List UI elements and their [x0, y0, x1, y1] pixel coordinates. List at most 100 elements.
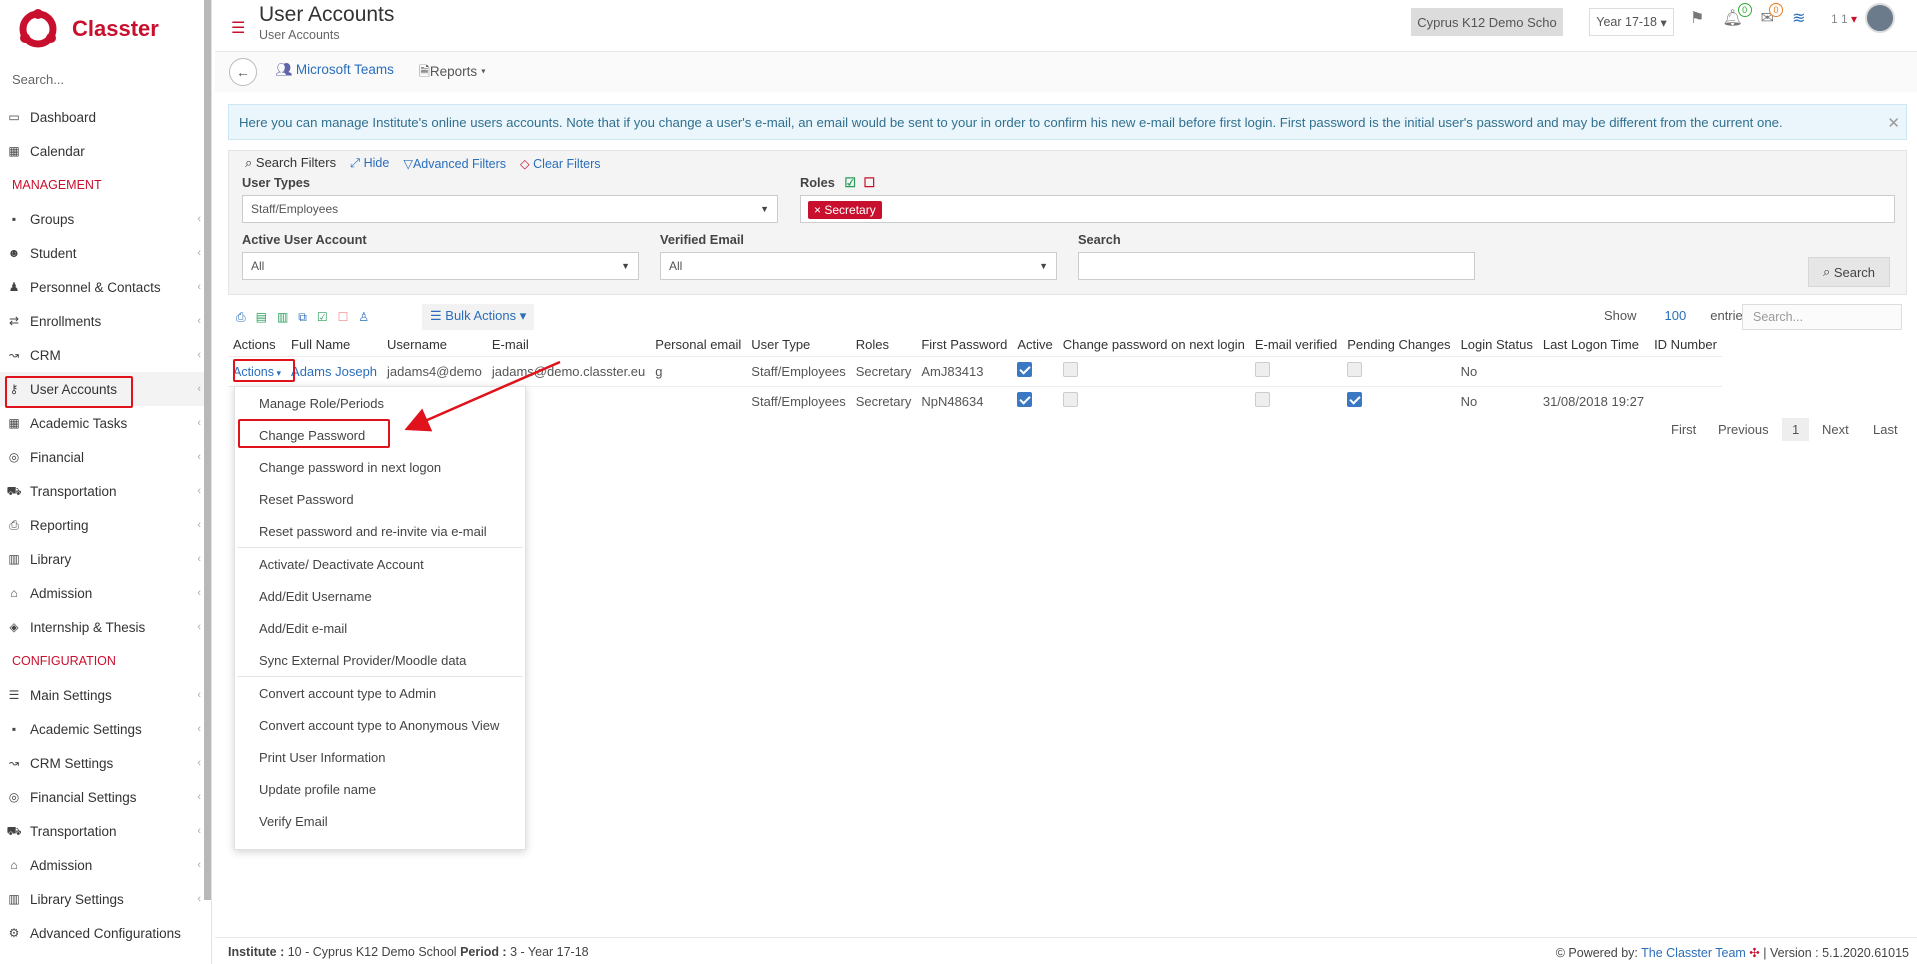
close-icon[interactable]: ✕	[1887, 114, 1900, 132]
sidebar-item-admission[interactable]: ⌂ Admission ‹	[0, 576, 205, 610]
hamburger-menu-icon[interactable]: ☰	[231, 18, 245, 38]
pagination-first[interactable]: First	[1671, 422, 1696, 437]
sidebar-item-academic-tasks[interactable]: ▦ Academic Tasks ‹	[0, 406, 205, 440]
flag-icon[interactable]: ⚑	[1690, 8, 1704, 28]
sidebar-item-reporting[interactable]: ⎙ Reporting ‹	[0, 508, 205, 542]
sidebar-item-personnel-contacts[interactable]: ♟ Personnel & Contacts ‹	[0, 270, 205, 304]
column-header[interactable]: Login Status	[1456, 334, 1538, 356]
column-header[interactable]: Change password on next login	[1058, 334, 1250, 356]
roles-select[interactable]: × Secretary	[800, 195, 1895, 223]
user-icon[interactable]: ♙	[358, 310, 369, 325]
menu-item-add-edit-e-mail[interactable]: Add/Edit e-mail	[235, 612, 525, 644]
column-header[interactable]: Username	[382, 334, 487, 356]
sidebar-item-groups[interactable]: ▪ Groups ‹	[0, 202, 205, 236]
pagination-page[interactable]: 1	[1782, 418, 1810, 441]
mail-icon[interactable]: ✉ 0	[1761, 3, 1784, 28]
pagination-next[interactable]: Next	[1822, 422, 1849, 437]
print-icon[interactable]: ⎙	[236, 310, 246, 325]
sidebar-item-academic-settings[interactable]: ▪ Academic Settings ‹	[0, 712, 205, 746]
back-button[interactable]: ←	[229, 58, 257, 86]
avatar[interactable]	[1865, 3, 1895, 33]
layers-icon[interactable]: ≋	[1792, 8, 1805, 28]
sidebar-item-financial[interactable]: ◎ Financial ‹	[0, 440, 205, 474]
menu-item-convert-account-type-to-anonymous-view[interactable]: Convert account type to Anonymous View	[235, 709, 525, 741]
microsoft-teams-link[interactable]: 👥︎ Microsoft Teams	[275, 62, 394, 78]
sidebar-item-library[interactable]: ▥ Library ‹	[0, 542, 205, 576]
sidebar-item-student[interactable]: ☻ Student ‹	[0, 236, 205, 270]
menu-item-reset-password-and-re-invite-via-e-mail[interactable]: Reset password and re-invite via e-mail	[235, 515, 525, 547]
column-header[interactable]: First Password	[916, 334, 1012, 356]
pagination-previous[interactable]: Previous	[1718, 422, 1769, 437]
column-header[interactable]: Personal email	[650, 334, 746, 356]
column-header[interactable]: Pending Changes	[1342, 334, 1455, 356]
sidebar-item-calendar[interactable]: ▦ Calendar	[0, 134, 205, 168]
deselect-all-icon[interactable]: ☐	[863, 175, 874, 190]
verified-email-select[interactable]: All ▼	[660, 252, 1057, 280]
table-search-input[interactable]: Search...	[1742, 304, 1902, 330]
clear-filters-link[interactable]: ◇ Clear Filters	[520, 156, 600, 171]
copy-icon[interactable]: ⧉	[298, 310, 307, 325]
sidebar-item-admission[interactable]: ⌂ Admission ‹	[0, 848, 205, 882]
sidebar-item-transportation[interactable]: ⛟ Transportation ‹	[0, 814, 205, 848]
active-account-select[interactable]: All ▼	[242, 252, 639, 280]
sidebar-search-input[interactable]: Search...	[12, 72, 64, 87]
select-all-icon[interactable]: ☑	[317, 310, 328, 325]
csv-icon[interactable]: ▥	[277, 310, 288, 325]
brand-logo[interactable]: Classter	[18, 8, 159, 50]
bell-icon[interactable]: 🔔︎ 0	[1722, 3, 1752, 28]
search-button[interactable]: ⌕ Search	[1808, 257, 1890, 287]
entries-count[interactable]: 100	[1665, 308, 1687, 323]
sidebar-item-main-settings[interactable]: ☰ Main Settings ‹	[0, 678, 205, 712]
column-header[interactable]: E-mail verified	[1250, 334, 1342, 356]
user-types-select[interactable]: Staff/Employees ▼	[242, 195, 778, 223]
checkbox[interactable]	[1254, 362, 1270, 377]
sidebar-item-transportation[interactable]: ⛟ Transportation ‹	[0, 474, 205, 508]
sidebar-item-financial-settings[interactable]: ◎ Financial Settings ‹	[0, 780, 205, 814]
user-menu[interactable]: 1 1 ▾	[1831, 12, 1857, 26]
sidebar-item-dashboard[interactable]: ▭ Dashboard	[0, 100, 205, 134]
sidebar-item-advanced-configurations[interactable]: ⚙ Advanced Configurations	[0, 916, 205, 950]
sidebar-item-crm[interactable]: ↝ CRM ‹	[0, 338, 205, 372]
excel-icon[interactable]: ▤	[256, 310, 267, 325]
column-header[interactable]: Last Logon Time	[1538, 334, 1649, 356]
sidebar-item-crm-settings[interactable]: ↝ CRM Settings ‹	[0, 746, 205, 780]
hide-filters-link[interactable]: ⤢ Hide	[350, 156, 389, 171]
checkbox[interactable]	[1254, 392, 1270, 408]
checkbox[interactable]	[1347, 392, 1363, 408]
checkbox[interactable]	[1017, 362, 1033, 377]
column-header[interactable]: ID Number	[1649, 334, 1722, 356]
column-header[interactable]: Active	[1012, 334, 1057, 356]
menu-item-print-user-information[interactable]: Print User Information	[235, 741, 525, 773]
bulk-actions-dropdown[interactable]: ☰ Bulk Actions ▾	[422, 304, 535, 330]
checkbox[interactable]	[1062, 392, 1078, 408]
checkbox[interactable]	[1062, 362, 1078, 377]
menu-item-reset-password[interactable]: Reset Password	[235, 483, 525, 515]
menu-item-sync-external-provider-moodle-data[interactable]: Sync External Provider/Moodle data	[235, 644, 525, 676]
column-header[interactable]: Roles	[851, 334, 917, 356]
menu-item-change-password-in-next-logon[interactable]: Change password in next logon	[235, 451, 525, 483]
checkbox[interactable]	[1347, 362, 1363, 377]
menu-item-update-profile-name[interactable]: Update profile name	[235, 773, 525, 805]
column-header[interactable]: Full Name	[286, 334, 382, 356]
user-name-link[interactable]: Adams Joseph	[291, 364, 377, 379]
advanced-filters-link[interactable]: ▽Advanced Filters	[403, 156, 506, 171]
sidebar-item-library-settings[interactable]: ▥ Library Settings ‹	[0, 882, 205, 916]
school-selector[interactable]: Cyprus K12 Demo Scho	[1411, 8, 1563, 36]
menu-item-add-edit-username[interactable]: Add/Edit Username	[235, 580, 525, 612]
select-all-icon[interactable]: ☑	[844, 175, 855, 190]
checkbox[interactable]	[1017, 392, 1033, 408]
sidebar-item-internship-thesis[interactable]: ◈ Internship & Thesis ‹	[0, 610, 205, 644]
menu-item-verify-email[interactable]: Verify Email	[235, 805, 525, 837]
deselect-all-icon[interactable]: ☐	[338, 310, 349, 325]
sidebar-item-enrollments[interactable]: ⇄ Enrollments ‹	[0, 304, 205, 338]
search-filters-toggle[interactable]: ⌕ Search Filters	[245, 155, 336, 171]
year-selector[interactable]: Year 17-18 ▾	[1589, 8, 1674, 36]
reports-dropdown[interactable]: 🗎Reports ▾	[419, 62, 486, 85]
sidebar-scrollbar[interactable]	[204, 0, 211, 900]
menu-item-convert-account-type-to-admin[interactable]: Convert account type to Admin	[235, 677, 525, 709]
pagination-last[interactable]: Last	[1873, 422, 1898, 437]
column-header[interactable]: Actions	[228, 334, 286, 356]
entries-selector[interactable]: Show 100 entries	[1604, 308, 1749, 323]
search-input[interactable]	[1078, 252, 1475, 280]
role-tag[interactable]: × Secretary	[808, 201, 882, 219]
